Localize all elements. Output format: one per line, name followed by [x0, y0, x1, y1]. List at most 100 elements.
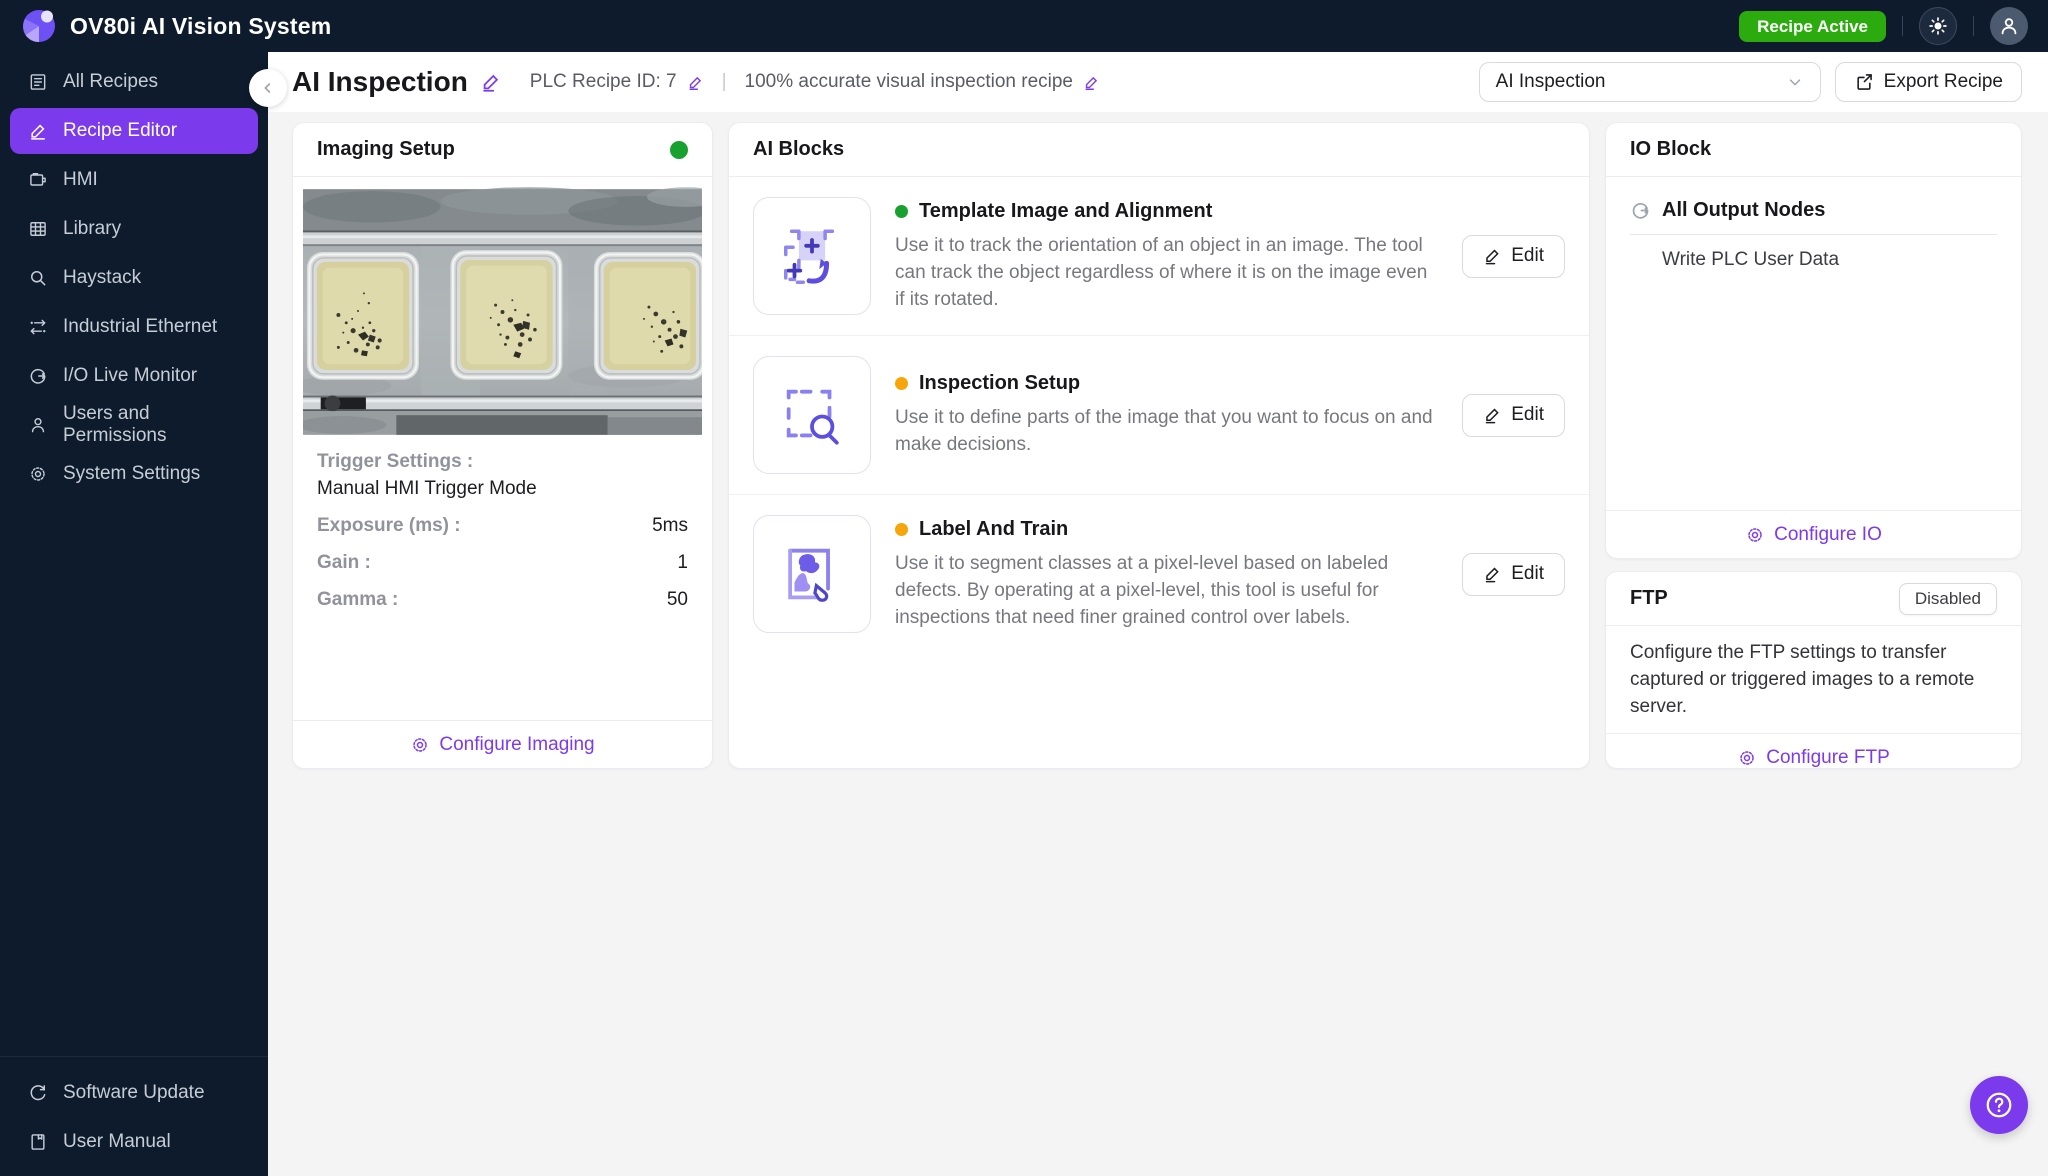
sidebar-item-system-settings[interactable]: System Settings	[10, 451, 258, 497]
sidebar-item-io-live-monitor[interactable]: I/O Live Monitor	[10, 353, 258, 399]
sidebar-item-recipe-editor[interactable]: Recipe Editor	[10, 108, 258, 154]
gain-value: 1	[677, 552, 688, 573]
block-inspection-setup: Inspection Setup Use it to define parts …	[729, 336, 1589, 495]
pencil-icon	[31, 124, 45, 140]
ethernet-flow-icon	[30, 319, 46, 335]
grid-icon	[30, 222, 46, 236]
sidebar-item-label: I/O Live Monitor	[63, 365, 198, 386]
sidebar-item-label: HMI	[63, 169, 98, 190]
search-icon	[31, 271, 46, 286]
block-status-dot	[895, 204, 908, 218]
topbar: OV80i AI Vision System Recipe Active	[0, 0, 2048, 52]
edit-description-button[interactable]	[1083, 74, 1100, 91]
sidebar-item-label: All Recipes	[63, 71, 159, 92]
user-icon	[31, 418, 45, 433]
sidebar-item-industrial-ethernet[interactable]: Industrial Ethernet	[10, 304, 258, 350]
sidebar-item-software-update[interactable]: Software Update	[10, 1070, 258, 1116]
refresh-icon	[30, 1085, 46, 1101]
recipes-list-icon	[30, 74, 46, 90]
block-label-and-train: Label And Train Use it to segment classe…	[729, 495, 1589, 653]
chevron-down-icon	[1789, 79, 1800, 86]
io-monitor-icon	[30, 368, 46, 384]
export-recipe-button[interactable]: Export Recipe	[1834, 62, 2022, 102]
sidebar-item-label: Library	[63, 218, 122, 239]
gain-label: Gain :	[317, 552, 371, 573]
sidebar-item-user-manual[interactable]: User Manual	[10, 1119, 258, 1165]
block-description: Use it to segment classes at a pixel-lev…	[895, 552, 1389, 628]
configure-imaging-link[interactable]: Configure Imaging	[410, 734, 595, 756]
content: Imaging Setup Trigger Settings: Manual …	[268, 112, 2048, 769]
edit-template-alignment-button[interactable]: Edit	[1462, 234, 1565, 278]
imaging-status-dot	[670, 140, 688, 159]
hmi-monitor-icon	[30, 173, 46, 186]
imaging-setup-title: Imaging Setup	[317, 138, 455, 160]
label-and-train-icon	[753, 515, 871, 633]
configure-io-link[interactable]: Configure IO	[1745, 524, 1882, 546]
sidebar-item-users-permissions[interactable]: Users and Permissions	[10, 402, 258, 448]
manual-book-icon	[31, 1134, 45, 1150]
plc-recipe-id: PLC Recipe ID: 7	[529, 71, 677, 92]
sidebar-item-label: System Settings	[63, 463, 201, 484]
sidebar-item-hmi[interactable]: HMI	[10, 157, 258, 203]
ai-blocks-title: AI Blocks	[753, 138, 845, 160]
block-status-dot	[895, 522, 908, 536]
configure-ftp-link[interactable]: Configure FTP	[1737, 747, 1890, 769]
edit-label-and-train-button[interactable]: Edit	[1462, 552, 1565, 596]
sidebar-item-haystack[interactable]: Haystack	[10, 255, 258, 301]
recipe-active-badge: Recipe Active	[1739, 10, 1886, 42]
edit-pencil-icon	[483, 74, 498, 92]
gear-icon	[1740, 750, 1754, 765]
sidebar-item-label: Industrial Ethernet	[63, 316, 218, 337]
sidebar-item-all-recipes[interactable]: All Recipes	[10, 59, 258, 105]
export-icon	[1857, 74, 1872, 90]
sidebar-item-label: Users and Permissions	[63, 403, 167, 446]
tray-middle	[450, 250, 563, 380]
app-logo-icon	[23, 10, 55, 43]
edit-pencil-icon	[1085, 76, 1098, 90]
block-title: Label And Train	[919, 517, 1069, 540]
topbar-divider	[1973, 16, 1974, 36]
sun-icon	[1929, 17, 1947, 35]
tray-right	[593, 252, 702, 380]
app-title: OV80i AI Vision System	[70, 12, 332, 39]
edit-plc-id-button[interactable]	[687, 74, 704, 91]
user-avatar-button[interactable]	[1990, 7, 2028, 45]
block-status-dot	[895, 377, 908, 390]
ftp-card: FTP Disabled Configure the FTP settings …	[1605, 571, 2022, 769]
edit-pencil-icon	[1486, 407, 1499, 423]
edit-pencil-icon	[689, 76, 701, 90]
edit-pencil-icon	[1486, 566, 1499, 582]
gamma-value: 50	[666, 589, 688, 610]
block-title: Inspection Setup	[919, 372, 1081, 394]
page-title: AI Inspection	[292, 66, 468, 97]
ai-blocks-card: AI Blocks Template Image and Alignment U…	[728, 122, 1590, 769]
sidebar-item-label: Recipe Editor	[63, 120, 178, 141]
exposure-label: Exposure (ms) :	[317, 515, 461, 536]
ftp-description: Configure the FTP settings to transfer c…	[1630, 642, 1975, 717]
edit-recipe-name-button[interactable]	[480, 71, 502, 93]
tray-left	[306, 252, 419, 380]
recipe-select-dropdown[interactable]: AI Inspection	[1478, 62, 1821, 102]
trigger-settings-label: Trigger Settings :	[317, 451, 474, 472]
output-node-item[interactable]: Write PLC User Data	[1630, 235, 1997, 271]
io-block-title: IO Block	[1630, 138, 1712, 160]
gear-icon	[1748, 527, 1762, 542]
sidebar: All Recipes Recipe Editor HMI Library Ha…	[0, 52, 268, 1176]
sidebar-item-library[interactable]: Library	[10, 206, 258, 252]
block-description: Use it to define parts of the image that…	[895, 407, 1433, 455]
recipe-select-value: AI Inspection	[1495, 71, 1606, 92]
chevron-left-icon	[264, 83, 271, 93]
trigger-settings-value: Manual HMI Trigger Mode	[317, 478, 537, 499]
inspection-setup-icon	[753, 356, 871, 474]
sidebar-collapse-button[interactable]	[249, 69, 287, 107]
help-button[interactable]	[1970, 1076, 2028, 1134]
exposure-value: 5ms	[652, 515, 688, 536]
export-recipe-label: Export Recipe	[1883, 71, 2003, 92]
io-block-card: IO Block All Output Nodes Write PLC User…	[1605, 122, 2022, 559]
camera-preview-image[interactable]	[303, 187, 702, 437]
theme-toggle-button[interactable]	[1919, 7, 1957, 45]
page-header: AI Inspection PLC Recipe ID: 7 | 100% ac…	[268, 52, 2048, 112]
edit-inspection-setup-button[interactable]: Edit	[1462, 393, 1565, 437]
block-description: Use it to track the orientation of an ob…	[895, 234, 1428, 310]
gamma-label: Gamma :	[317, 589, 399, 610]
